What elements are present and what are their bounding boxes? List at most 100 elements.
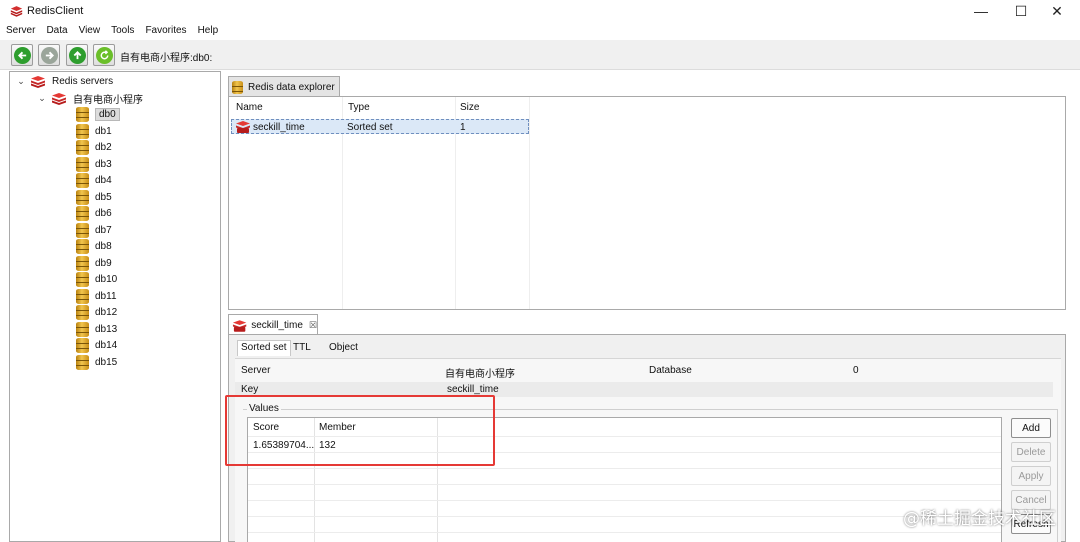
tree-db-label: db14 [95, 339, 118, 351]
key-value: seckill_time [447, 384, 499, 395]
tree-db-item[interactable]: db13 [76, 321, 117, 337]
tree-db-item[interactable]: db0 [76, 106, 120, 122]
chevron-down-icon[interactable]: ⌄ [16, 76, 26, 87]
column-header-type[interactable]: Type [348, 102, 370, 113]
tab-redis-data-explorer[interactable]: Redis data explorer [228, 76, 340, 97]
annotation-highlight-box [225, 395, 495, 466]
tree-db-item[interactable]: db12 [76, 304, 117, 320]
tree-db-label: db10 [95, 273, 118, 285]
tree-db-item[interactable]: db4 [76, 172, 112, 188]
tree-db-label: db8 [95, 240, 112, 252]
column-header-size[interactable]: Size [460, 102, 479, 113]
database-icon [76, 321, 89, 337]
key-size: 1 [460, 122, 466, 133]
refresh-icon [95, 46, 113, 64]
detail-tab-label: seckill_time [251, 319, 303, 331]
tree-db-label: db12 [95, 306, 118, 318]
table-row[interactable]: seckill_time Sorted set 1 [231, 119, 529, 134]
menu-tools[interactable]: Tools [105, 23, 139, 40]
menu-help[interactable]: Help [192, 23, 224, 40]
database-icon [76, 106, 89, 122]
tree-db-label: db6 [95, 207, 112, 219]
tree-db-label: db3 [95, 158, 112, 170]
chevron-down-icon[interactable]: ⌄ [37, 93, 47, 104]
apply-button[interactable]: Apply [1011, 466, 1051, 486]
tree-db-item[interactable]: db1 [76, 123, 112, 139]
tree-server[interactable]: ⌄ 自有电商小程序 [37, 90, 143, 106]
zset-icon [232, 319, 247, 332]
key-label: Key [241, 384, 259, 395]
database-icon [76, 156, 89, 172]
key-type: Sorted set [347, 122, 393, 133]
database-icon [76, 354, 89, 370]
database-icon [76, 123, 89, 139]
up-button[interactable] [66, 44, 88, 66]
tree-db-item[interactable]: db15 [76, 354, 117, 370]
tree-db-item[interactable]: db8 [76, 238, 112, 254]
minimize-button[interactable]: — [964, 1, 998, 21]
tab-seckill-time[interactable]: seckill_time ☒ [228, 314, 318, 335]
tree-db-label: db9 [95, 257, 112, 269]
tree-db-item[interactable]: db11 [76, 288, 117, 304]
tree-db-label: db1 [95, 125, 112, 137]
database-icon [76, 255, 89, 271]
tree-db-item[interactable]: db14 [76, 337, 117, 353]
refresh-button[interactable] [93, 44, 115, 66]
add-button[interactable]: Add [1011, 418, 1051, 438]
forward-button[interactable] [38, 44, 60, 66]
tree-db-label: db4 [95, 174, 112, 186]
tree-server-label: 自有电商小程序 [73, 94, 143, 106]
watermark-text: @稀土掘金技术社区 [903, 509, 1056, 529]
database-icon [76, 139, 89, 155]
menu-view[interactable]: View [73, 23, 106, 40]
database-icon [76, 304, 89, 320]
column-header-name[interactable]: Name [236, 102, 263, 113]
database-icon [76, 222, 89, 238]
database-label: Database [649, 365, 692, 376]
maximize-button[interactable]: ☐ [1004, 1, 1038, 21]
zset-icon [236, 121, 250, 133]
tree-root-label: Redis servers [52, 75, 114, 87]
tree-db-item[interactable]: db6 [76, 205, 112, 221]
database-icon [76, 271, 89, 287]
server-value: 自有电商小程序 [445, 369, 515, 380]
database-value: 0 [853, 365, 859, 376]
database-icon [76, 288, 89, 304]
tree-root[interactable]: ⌄ Redis servers [16, 73, 113, 89]
tree-db-item[interactable]: db7 [76, 222, 112, 238]
title-bar: RedisClient — ☐ ✕ [0, 0, 1080, 23]
tree-db-item[interactable]: db3 [76, 156, 112, 172]
key-name: seckill_time [253, 122, 305, 133]
tree-db-item[interactable]: db9 [76, 255, 112, 271]
toolbar: 自有电商小程序:db0: [0, 40, 1080, 70]
back-button[interactable] [11, 44, 33, 66]
close-tab-icon[interactable]: ☒ [309, 320, 317, 331]
tree-db-item[interactable]: db5 [76, 189, 112, 205]
arrow-left-icon [13, 46, 31, 64]
tree-db-label: db2 [95, 141, 112, 153]
menu-server[interactable]: Server [0, 23, 40, 40]
tree-db-label: db11 [95, 290, 117, 302]
menu-data[interactable]: Data [40, 23, 72, 40]
menu-favorites[interactable]: Favorites [139, 23, 191, 40]
arrow-up-icon [68, 46, 86, 64]
current-path: 自有电商小程序:db0: [120, 53, 213, 64]
tab-ttl[interactable]: TTL [293, 342, 311, 353]
database-icon [76, 238, 89, 254]
delete-button[interactable]: Delete [1011, 442, 1051, 462]
server-tree: ⌄ Redis servers ⌄ 自有电商小程序 db0 db1 db2 db… [9, 71, 221, 542]
arrow-right-icon [40, 46, 58, 64]
tab-sorted-set[interactable]: Sorted set [237, 340, 291, 356]
tree-db-label: db0 [95, 107, 120, 121]
tree-db-item[interactable]: db10 [76, 271, 117, 287]
database-icon [76, 189, 89, 205]
window-title: RedisClient [27, 5, 84, 17]
tree-db-item[interactable]: db2 [76, 139, 112, 155]
database-icon [76, 205, 89, 221]
close-button[interactable]: ✕ [1040, 1, 1074, 21]
tree-db-label: db15 [95, 356, 118, 368]
tab-object[interactable]: Object [329, 342, 358, 353]
tree-db-label: db7 [95, 224, 112, 236]
tree-db-label: db13 [95, 323, 118, 335]
server-label: Server [241, 365, 271, 376]
